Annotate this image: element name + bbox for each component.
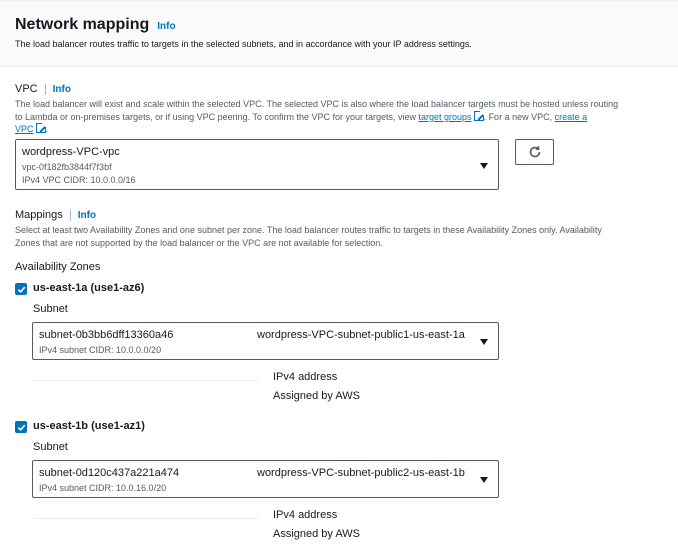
subnet-name: wordpress-VPC-subnet-public2-us-east-1b: [257, 467, 465, 479]
subnet-cidr: IPv4 subnet CIDR: 10.0.16.0/20: [39, 483, 167, 493]
vpc-desc-line1: The load balancer will exist and scale w…: [15, 99, 619, 109]
subnet-name: wordpress-VPC-subnet-public1-us-east-1a: [257, 329, 465, 341]
mappings-description: Select at least two Availability Zones a…: [15, 224, 675, 249]
caret-down-icon: [480, 339, 488, 345]
az-checkbox-us-east-1a[interactable]: [15, 283, 27, 295]
az-label-us-east-1b: us-east-1b (use1-az1): [33, 420, 145, 432]
create-vpc-link[interactable]: create a: [555, 112, 588, 122]
mappings-desc-line2: Zones that are not supported by the load…: [15, 237, 383, 248]
subnet-label: Subnet: [33, 441, 68, 453]
caret-down-icon: [480, 163, 488, 169]
section-header: Network mapping Info The load balancer r…: [0, 0, 678, 67]
subnet-label: Subnet: [33, 303, 68, 315]
vpc-selected-id: vpc-0f182fb3844f7f3bf: [22, 162, 112, 172]
vpc-select[interactable]: wordpress-VPC-vpc vpc-0f182fb3844f7f3bf …: [15, 139, 499, 190]
refresh-icon: [529, 146, 540, 158]
vpc-desc-line2b: . For a new VPC,: [483, 111, 555, 122]
vpc-selected-name: wordpress-VPC-vpc: [22, 146, 120, 158]
external-link-icon: [35, 122, 47, 133]
ipv4-address-value: Assigned by AWS: [273, 390, 361, 402]
target-groups-link[interactable]: target groups: [419, 112, 472, 122]
divider: [33, 380, 258, 381]
external-link-icon: [473, 109, 485, 121]
ipv4-address-label: IPv4 address: [273, 371, 338, 383]
mappings-label: Mappings: [15, 209, 63, 221]
title-row: Network mapping Info: [15, 16, 176, 34]
checkmark-icon: [17, 424, 25, 431]
subnet-select-us-east-1b[interactable]: subnet-0d120c437a221a474 wordpress-VPC-s…: [32, 460, 499, 498]
vpc-description: The load balancer will exist and scale w…: [15, 98, 675, 136]
subnet-select-us-east-1a[interactable]: subnet-0b3bb6dff13360a46 wordpress-VPC-s…: [32, 322, 499, 360]
subnet-cidr: IPv4 subnet CIDR: 10.0.0.0/20: [39, 345, 162, 355]
mappings-info-link[interactable]: Info: [78, 210, 96, 221]
header-info-link[interactable]: Info: [157, 21, 175, 32]
caret-down-icon: [480, 477, 488, 483]
az-checkbox-us-east-1b[interactable]: [15, 421, 27, 433]
checkmark-icon: [17, 286, 25, 293]
ipv4-address-label: IPv4 address: [273, 509, 338, 521]
mappings-desc-line1: Select at least two Availability Zones a…: [15, 225, 602, 235]
subnet-id: subnet-0b3bb6dff13360a46: [39, 329, 174, 341]
refresh-button[interactable]: [515, 139, 554, 165]
label-separator: [69, 209, 71, 221]
mappings-label-row: Mappings Info: [15, 209, 96, 221]
create-vpc-link-cont[interactable]: VPC: [15, 124, 34, 134]
label-separator: [44, 83, 46, 95]
vpc-desc-line2a: to Lambda or on-premises targets, or if …: [15, 111, 419, 122]
az-label-us-east-1a: us-east-1a (use1-az6): [33, 282, 145, 294]
vpc-selected-cidr: IPv4 VPC CIDR: 10.0.0.0/16: [22, 175, 136, 185]
subnet-id: subnet-0d120c437a221a474: [39, 467, 180, 479]
divider: [33, 518, 258, 519]
availability-zones-heading: Availability Zones: [15, 261, 101, 273]
vpc-label: VPC: [15, 83, 38, 95]
page-title: Network mapping: [15, 16, 150, 33]
section-description: The load balancer routes traffic to targ…: [15, 39, 472, 49]
vpc-info-link[interactable]: Info: [53, 84, 71, 95]
ipv4-address-value: Assigned by AWS: [273, 528, 361, 540]
vpc-label-row: VPC Info: [15, 83, 71, 95]
